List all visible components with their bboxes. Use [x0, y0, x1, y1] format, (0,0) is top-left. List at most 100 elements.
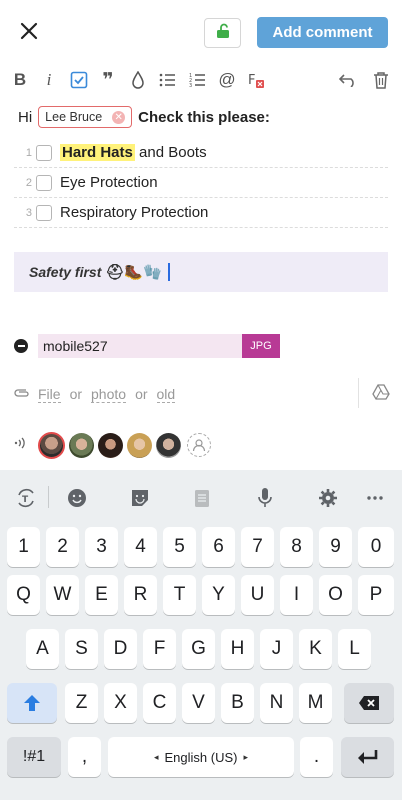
- attachment-name[interactable]: mobile527: [38, 334, 242, 358]
- checklist-item[interactable]: 2 Eye Protection: [14, 168, 388, 198]
- svg-text:F: F: [248, 73, 255, 88]
- add-follower-icon[interactable]: [187, 433, 211, 457]
- key-3[interactable]: 3: [85, 527, 118, 567]
- clipboard-icon[interactable]: [190, 486, 214, 510]
- key-j[interactable]: J: [260, 629, 293, 669]
- attachment-type-badge: JPG: [242, 334, 280, 358]
- key-o[interactable]: O: [319, 575, 352, 615]
- key-v[interactable]: V: [182, 683, 215, 723]
- space-key[interactable]: ◂ English (US) ▸: [108, 737, 294, 777]
- avatar[interactable]: [38, 431, 65, 459]
- sticker-icon[interactable]: [128, 486, 152, 510]
- key-k[interactable]: K: [299, 629, 332, 669]
- key-d[interactable]: D: [104, 629, 137, 669]
- key-4[interactable]: 4: [124, 527, 157, 567]
- key-c[interactable]: C: [143, 683, 176, 723]
- key-t[interactable]: T: [163, 575, 196, 615]
- key-r[interactable]: R: [124, 575, 157, 615]
- key-p[interactable]: P: [358, 575, 394, 615]
- remove-attachment-icon[interactable]: [14, 339, 28, 353]
- key-h[interactable]: H: [221, 629, 254, 669]
- key-1[interactable]: 1: [7, 527, 40, 567]
- emoji-icon[interactable]: [65, 486, 89, 510]
- mention-icon[interactable]: @: [215, 68, 239, 92]
- unlock-button[interactable]: [204, 18, 241, 48]
- key-9[interactable]: 9: [319, 527, 352, 567]
- period-key[interactable]: .: [300, 737, 333, 777]
- checklist-item[interactable]: 3 Respiratory Protection: [14, 198, 388, 228]
- key-a[interactable]: A: [26, 629, 59, 669]
- avatar[interactable]: [69, 432, 94, 458]
- attach-file-link[interactable]: File: [38, 386, 61, 403]
- bold-icon[interactable]: B: [8, 68, 32, 92]
- quote-icon[interactable]: ❞: [96, 68, 120, 92]
- checklist-icon[interactable]: [67, 68, 91, 92]
- trash-icon[interactable]: [369, 68, 393, 92]
- key-e[interactable]: E: [85, 575, 118, 615]
- key-i[interactable]: I: [280, 575, 313, 615]
- key-y[interactable]: Y: [202, 575, 235, 615]
- followers-row: [14, 430, 211, 460]
- key-u[interactable]: U: [241, 575, 274, 615]
- key-q[interactable]: Q: [7, 575, 40, 615]
- checklist-item[interactable]: 1 Hard Hats and Boots: [14, 138, 388, 168]
- key-b[interactable]: B: [221, 683, 254, 723]
- key-x[interactable]: X: [104, 683, 137, 723]
- google-drive-icon[interactable]: [372, 384, 390, 402]
- quote-block[interactable]: Safety first ⛑🥾🧤: [14, 252, 388, 292]
- key-l[interactable]: L: [338, 629, 371, 669]
- undo-icon[interactable]: [336, 68, 360, 92]
- quote-text: Safety first: [29, 264, 102, 280]
- key-w[interactable]: W: [46, 575, 79, 615]
- backspace-key[interactable]: [344, 683, 394, 723]
- on-screen-keyboard: T 1 2 3 4 5 6 7 8 9 0 Q W E R T Y U I O …: [0, 470, 402, 800]
- checkbox[interactable]: [36, 144, 52, 161]
- microphone-icon[interactable]: [253, 486, 277, 510]
- bullet-list-icon[interactable]: [156, 68, 180, 92]
- avatar[interactable]: [156, 432, 181, 458]
- symbols-key[interactable]: !#1: [7, 737, 61, 777]
- translate-icon[interactable]: T: [14, 486, 38, 510]
- add-comment-button[interactable]: Add comment: [257, 17, 388, 48]
- close-icon[interactable]: [16, 18, 42, 44]
- item-text: and Boots: [134, 144, 207, 161]
- settings-gear-icon[interactable]: [316, 486, 340, 510]
- clear-format-icon[interactable]: F: [244, 68, 268, 92]
- key-0[interactable]: 0: [358, 527, 394, 567]
- key-g[interactable]: G: [182, 629, 215, 669]
- svg-text:3: 3: [189, 83, 192, 88]
- key-5[interactable]: 5: [163, 527, 196, 567]
- comma-key[interactable]: ,: [68, 737, 101, 777]
- avatar[interactable]: [127, 432, 152, 458]
- key-f[interactable]: F: [143, 629, 176, 669]
- mention-chip[interactable]: Lee Bruce ✕: [38, 106, 133, 128]
- enter-key[interactable]: [341, 737, 394, 777]
- top-bar: Add comment: [0, 0, 402, 64]
- numbered-list-icon[interactable]: 123: [186, 68, 210, 92]
- checkbox[interactable]: [36, 204, 52, 221]
- avatar[interactable]: [98, 432, 123, 458]
- text-cursor: [167, 263, 170, 281]
- key-8[interactable]: 8: [280, 527, 313, 567]
- key-7[interactable]: 7: [241, 527, 274, 567]
- key-z[interactable]: Z: [65, 683, 98, 723]
- key-n[interactable]: N: [260, 683, 293, 723]
- greeting-text: Hi: [18, 108, 33, 126]
- item-text: Respiratory Protection: [60, 204, 209, 221]
- attach-old-link[interactable]: old: [156, 386, 176, 403]
- key-s[interactable]: S: [65, 629, 98, 669]
- attach-photo-link[interactable]: photo: [91, 386, 127, 403]
- key-m[interactable]: M: [299, 683, 332, 723]
- message-first-line[interactable]: Hi Lee Bruce ✕ Check this please:: [18, 106, 270, 128]
- or-text: or: [135, 386, 148, 402]
- notify-signal-icon[interactable]: [14, 436, 28, 455]
- more-options-icon[interactable]: [363, 486, 387, 510]
- color-drop-icon[interactable]: [126, 68, 150, 92]
- key-6[interactable]: 6: [202, 527, 235, 567]
- remove-mention-icon[interactable]: ✕: [112, 110, 126, 124]
- checkbox[interactable]: [36, 174, 52, 191]
- divider: [48, 486, 49, 508]
- shift-key[interactable]: [7, 683, 57, 723]
- italic-icon[interactable]: i: [37, 68, 61, 92]
- key-2[interactable]: 2: [46, 527, 79, 567]
